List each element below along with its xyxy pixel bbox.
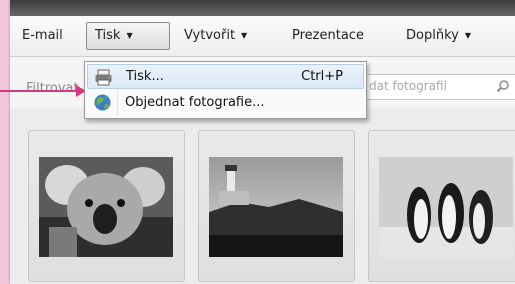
menu-item-print-label: Tisk...	[126, 69, 164, 84]
photo-gallery	[10, 108, 515, 284]
lighthouse-photo	[209, 157, 343, 257]
chevron-down-icon: ▼	[241, 31, 248, 40]
menu-vytvorit-label: Vytvořit	[184, 28, 236, 43]
menu-tisk[interactable]: Tisk ▼	[86, 22, 170, 50]
koala-photo	[39, 157, 173, 257]
menu-doplnky-label: Doplňky	[406, 28, 459, 43]
search-input[interactable]: dat fotografii	[360, 74, 515, 100]
chevron-down-icon: ▼	[464, 31, 471, 40]
thumbnail-card-penguins[interactable]	[368, 130, 515, 282]
menu-item-print-shortcut: Ctrl+P	[301, 69, 343, 84]
menubar: E-mail Tisk ▼ Vytvořit ▼ Prezentace Doplňk…	[10, 16, 515, 57]
menu-email-label: E-mail	[22, 28, 63, 43]
menu-item-order-photos[interactable]: Objednat fotografie...	[87, 90, 364, 115]
window-title-strip	[10, 0, 515, 16]
menu-doplnky[interactable]: Doplňky ▼	[398, 23, 479, 49]
menu-item-print[interactable]: Tisk... Ctrl+P	[87, 64, 364, 89]
thumbnail-card-lighthouse[interactable]	[198, 130, 355, 282]
menu-prezentace[interactable]: Prezentace	[284, 23, 372, 49]
menu-item-order-photos-label: Objednat fotografie...	[125, 95, 265, 110]
search-placeholder: dat fotografii	[369, 79, 447, 93]
annotation-arrow-line	[0, 90, 78, 92]
printer-icon	[95, 69, 112, 86]
thumbnail-card-koala[interactable]	[28, 130, 185, 282]
menu-email[interactable]: E-mail	[14, 23, 71, 49]
tisk-dropdown-menu: Tisk... Ctrl+P Objednat fotografie...	[84, 61, 367, 119]
penguins-photo	[379, 157, 513, 257]
globe-icon	[94, 94, 111, 111]
chevron-down-icon: ▼	[126, 31, 133, 40]
menu-prezentace-label: Prezentace	[292, 28, 364, 43]
search-icon[interactable]	[496, 79, 510, 93]
menu-tisk-label: Tisk	[95, 28, 121, 43]
menu-vytvorit[interactable]: Vytvořit ▼	[176, 23, 255, 49]
filter-label[interactable]: Filtrovat	[26, 81, 79, 96]
